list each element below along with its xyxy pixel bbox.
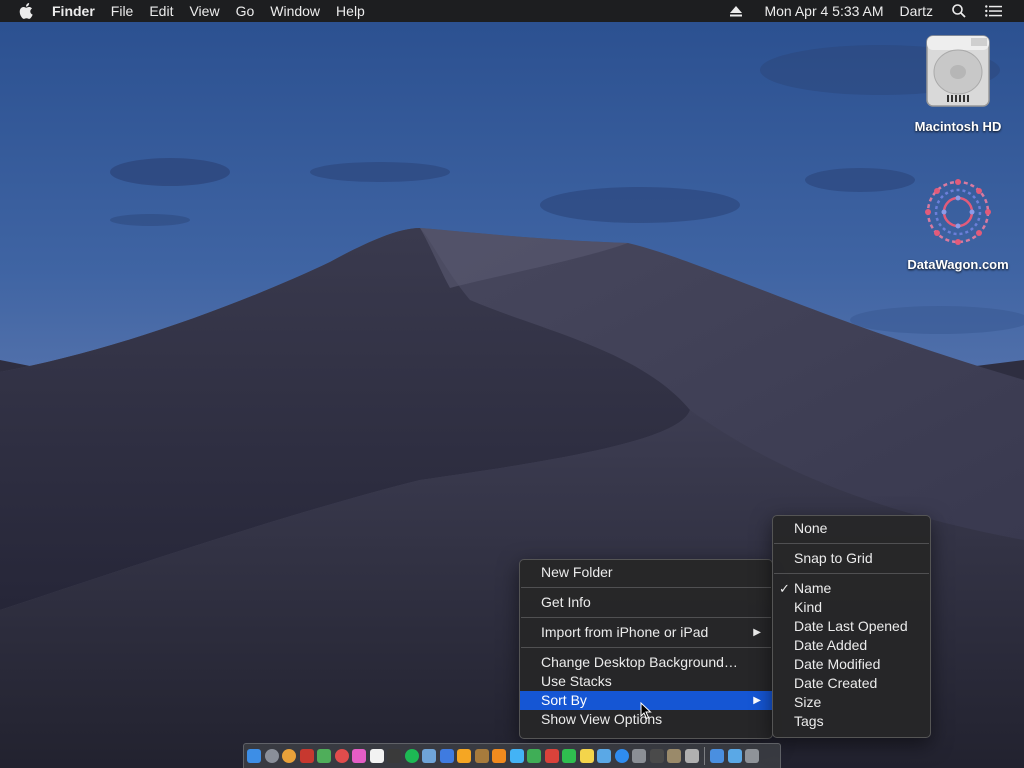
menu-edit[interactable]: Edit	[141, 0, 181, 22]
menu-item-import-iphone[interactable]: Import from iPhone or iPad ▶	[520, 623, 772, 642]
dock-itunes-icon[interactable]	[352, 749, 366, 763]
dock-app-house-icon[interactable]	[684, 749, 699, 763]
submenu-arrow-icon: ▶	[753, 627, 761, 638]
menu-file[interactable]: File	[103, 0, 142, 22]
dock-news-icon[interactable]	[334, 749, 349, 763]
menu-separator	[521, 587, 771, 588]
dock-messages-icon[interactable]	[509, 749, 524, 763]
dock-facetime-icon[interactable]	[562, 749, 576, 763]
dock-trash-icon[interactable]	[745, 749, 759, 763]
clock[interactable]: Mon Apr 4 5:33 AM	[750, 0, 889, 22]
network-volume-icon	[925, 179, 991, 245]
dock-app-green-icon[interactable]	[527, 749, 541, 763]
dock-photo-booth-icon[interactable]	[299, 749, 314, 763]
dock-finder-icon[interactable]	[247, 749, 261, 763]
dock-finder-2-icon[interactable]	[597, 749, 611, 763]
sort-item-date-modified[interactable]: Date Modified	[773, 655, 930, 674]
dock-app-red-icon[interactable]	[544, 749, 559, 763]
sort-item-kind[interactable]: Kind	[773, 598, 930, 617]
checkmark-icon: ✓	[779, 581, 790, 596]
sort-by-submenu: None Snap to Grid ✓ Name Kind Date Last …	[772, 515, 931, 738]
menu-separator	[774, 573, 929, 574]
sort-item-snap-to-grid[interactable]: Snap to Grid	[773, 549, 930, 568]
menu-item-label: Sort By	[541, 692, 587, 708]
dock-chrome-icon[interactable]	[282, 749, 296, 763]
menu-window[interactable]: Window	[262, 0, 328, 22]
dock-activity-monitor-icon[interactable]	[387, 749, 401, 763]
menu-item-new-folder[interactable]: New Folder	[520, 563, 772, 582]
desktop-icon-label: DataWagon.com	[907, 257, 1009, 272]
menu-item-change-background[interactable]: Change Desktop Background…	[520, 653, 772, 672]
dock-preview-icon[interactable]	[422, 749, 436, 763]
sort-item-tags[interactable]: Tags	[773, 712, 930, 731]
dock-calendar-icon[interactable]	[369, 749, 384, 763]
menu-separator	[521, 647, 771, 648]
desktop-icon-label: Macintosh HD	[914, 119, 1002, 134]
menu-view[interactable]: View	[181, 0, 227, 22]
dock-maps-icon[interactable]	[317, 749, 331, 763]
dock	[243, 743, 781, 768]
dock-app-box-icon[interactable]	[667, 749, 681, 763]
eject-icon[interactable]	[722, 5, 750, 17]
dock-folder-icon[interactable]	[727, 749, 742, 763]
menu-separator	[774, 543, 929, 544]
dock-spotify-icon[interactable]	[404, 749, 419, 763]
menu-item-label: Name	[794, 580, 832, 596]
sort-item-none[interactable]: None	[773, 519, 930, 538]
dock-notes-icon[interactable]	[579, 749, 594, 763]
desktop-icon-datawagon[interactable]: DataWagon.com	[903, 172, 1013, 272]
menu-item-use-stacks[interactable]: Use Stacks	[520, 672, 772, 691]
submenu-arrow-icon: ▶	[753, 695, 761, 706]
dock-keynote-icon[interactable]	[439, 749, 454, 763]
sort-item-date-created[interactable]: Date Created	[773, 674, 930, 693]
dock-system-preferences-icon[interactable]	[632, 749, 646, 763]
hard-drive-icon	[926, 35, 990, 107]
user-menu[interactable]: Dartz	[890, 0, 943, 22]
menu-help[interactable]: Help	[328, 0, 373, 22]
app-menu-finder[interactable]: Finder	[44, 0, 103, 22]
dock-app-dark-icon[interactable]	[649, 749, 664, 763]
menu-item-label: Import from iPhone or iPad	[541, 624, 709, 640]
menu-go[interactable]: Go	[228, 0, 263, 22]
sort-item-date-last-opened[interactable]: Date Last Opened	[773, 617, 930, 636]
menu-item-get-info[interactable]: Get Info	[520, 593, 772, 612]
apple-icon[interactable]	[19, 3, 33, 19]
dock-launchpad-icon[interactable]	[264, 749, 279, 763]
sort-item-date-added[interactable]: Date Added	[773, 636, 930, 655]
dock-vlc-icon[interactable]	[492, 749, 506, 763]
mouse-pointer-icon	[640, 702, 652, 720]
dock-notes-brown-icon[interactable]	[474, 749, 489, 763]
notification-list-icon[interactable]	[975, 5, 1024, 17]
sort-item-size[interactable]: Size	[773, 693, 930, 712]
menu-separator	[521, 617, 771, 618]
dock-divider	[704, 747, 705, 765]
dock-downloads-icon[interactable]	[710, 749, 724, 763]
search-icon[interactable]	[943, 4, 975, 18]
desktop-icon-macintosh-hd[interactable]: Macintosh HD	[903, 32, 1013, 134]
dock-sketch-icon[interactable]	[457, 749, 471, 763]
sort-item-name[interactable]: ✓ Name	[773, 579, 930, 598]
menu-bar: Finder File Edit View Go Window Help Mon…	[0, 0, 1024, 22]
dock-app-store-icon[interactable]	[614, 749, 629, 763]
